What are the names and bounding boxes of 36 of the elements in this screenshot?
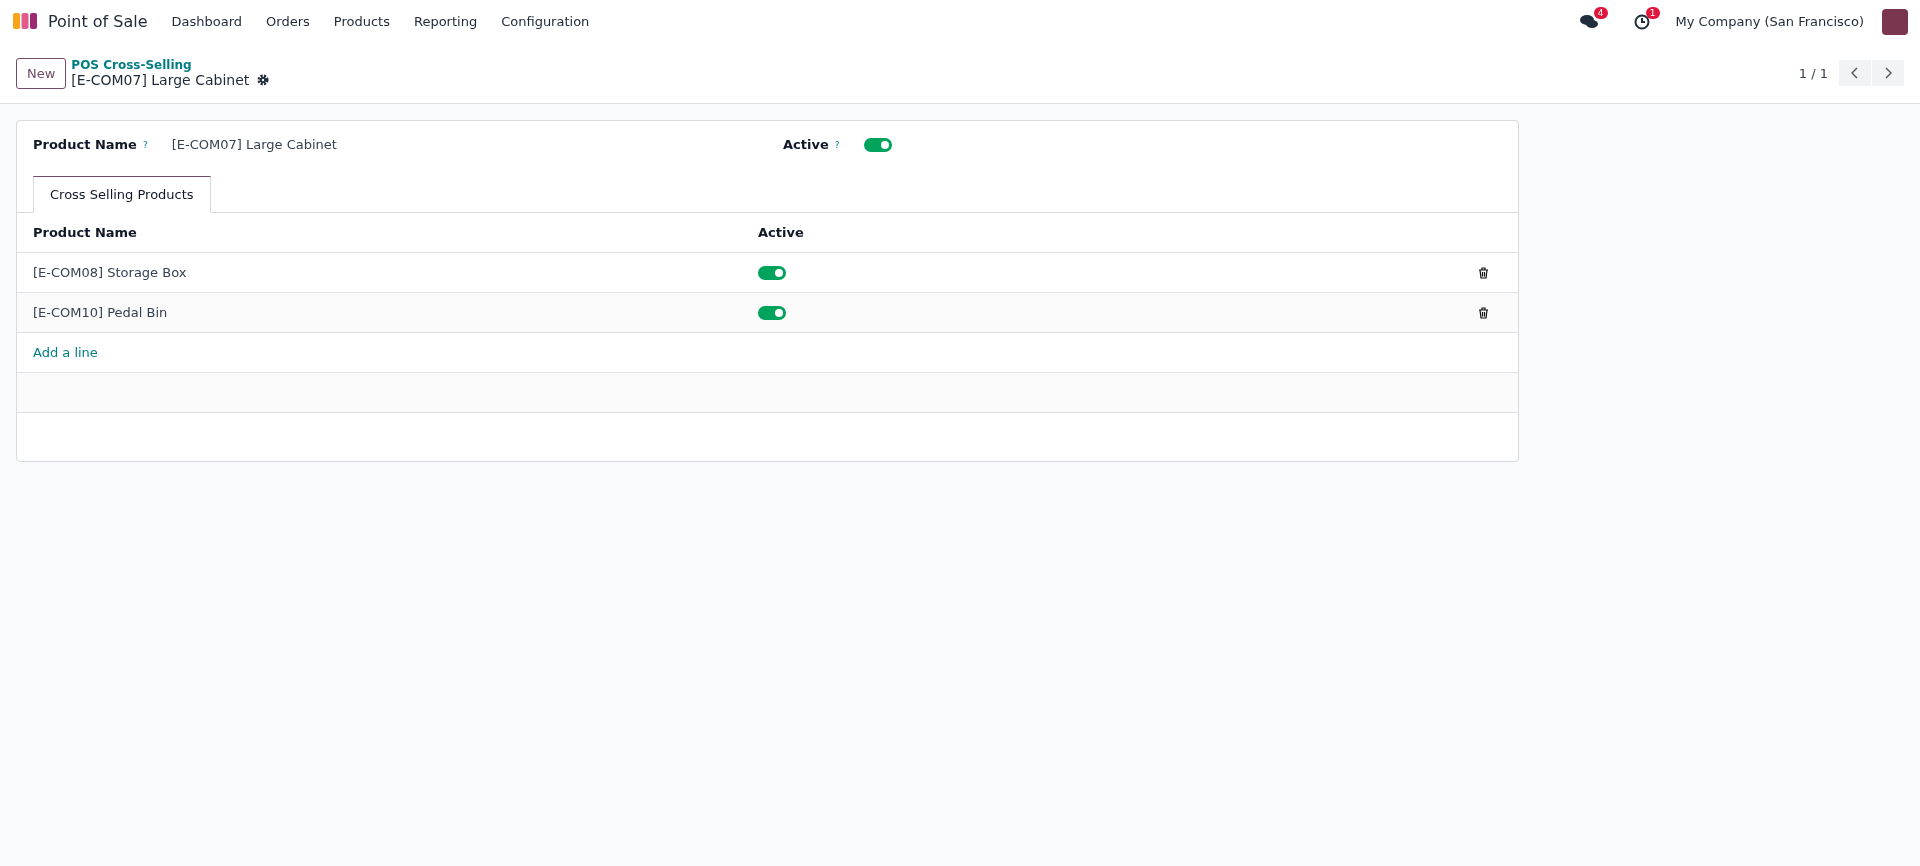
field-label: Product Name (33, 137, 137, 152)
add-line-link[interactable]: Add a line (33, 345, 758, 360)
user-avatar[interactable] (1882, 8, 1908, 35)
chevron-left-icon (1851, 67, 1859, 79)
column-header[interactable]: Product Name (33, 225, 758, 240)
field-value[interactable]: [E-COM07] Large Cabinet (171, 137, 337, 152)
table-cell-text: [E-COM10] Pedal Bin (33, 305, 169, 320)
breadcrumb-link[interactable]: POS Cross-Selling (71, 58, 270, 72)
menu-item[interactable]: Products (323, 14, 400, 29)
trash-icon[interactable] (1478, 306, 1489, 319)
help-tooltip[interactable]: ? (834, 139, 840, 150)
chat-icon[interactable] (1579, 13, 1598, 30)
menu-item[interactable]: Dashboard (161, 14, 253, 29)
toggle-switch[interactable] (758, 305, 786, 320)
tab[interactable]: Cross Selling Products (33, 176, 211, 213)
app-name[interactable]: Point of Sale (48, 12, 148, 31)
clock-icon[interactable] (1633, 13, 1650, 30)
chevron-right-icon (1884, 67, 1892, 79)
company-name[interactable]: My Company (San Francisco) (1675, 14, 1864, 29)
toggle-switch[interactable] (863, 137, 892, 152)
menu-item[interactable]: Reporting (403, 14, 488, 29)
notification-badge: 4 (1593, 6, 1608, 19)
menu-item[interactable]: Configuration (491, 14, 600, 29)
app-logo-icon (12, 12, 38, 31)
settings-icon[interactable] (257, 74, 270, 86)
trash-icon[interactable] (1478, 266, 1489, 279)
field-label: Active (783, 137, 829, 152)
menu-item[interactable]: Orders (256, 14, 320, 29)
record-title: [E-COM07] Large Cabinet (71, 72, 250, 88)
column-header[interactable]: Active (758, 225, 1478, 240)
help-tooltip[interactable]: ? (142, 139, 148, 150)
notification-badge: 1 (1645, 6, 1660, 19)
pager-value: 1 / 1 (1798, 65, 1828, 81)
table-cell-text: [E-COM08] Storage Box (33, 265, 188, 280)
new-button[interactable]: New (16, 57, 67, 89)
toggle-switch[interactable] (758, 265, 786, 280)
